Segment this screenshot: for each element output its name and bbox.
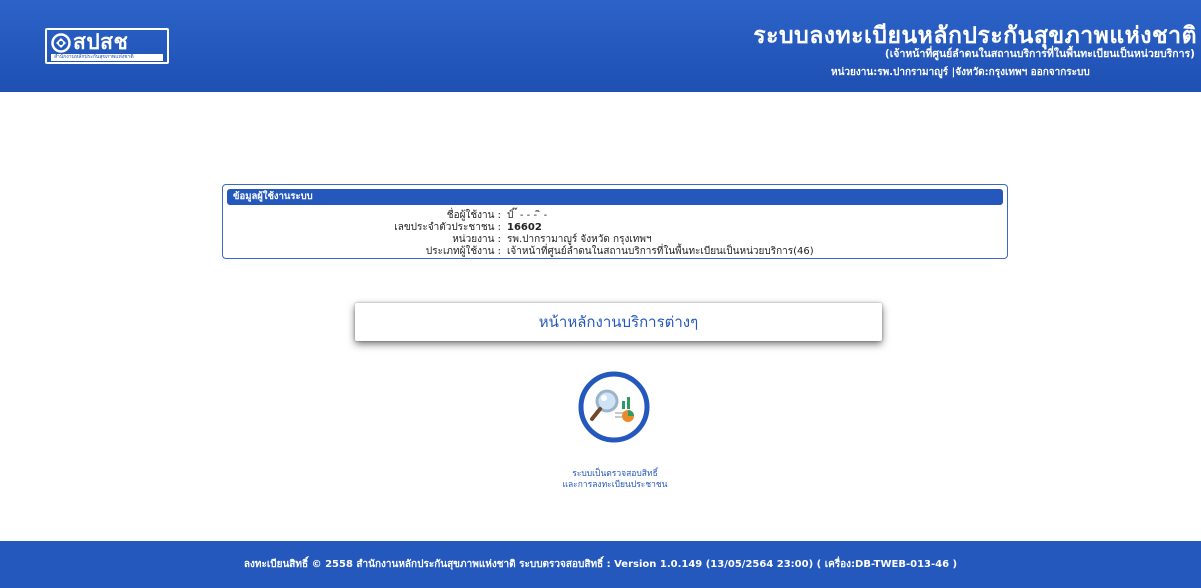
footer-bar: ลงทะเบียนสิทธิ์ © 2558 สำนักงานหลักประกั… <box>0 541 1201 588</box>
info-row-user-type: ประเภทผู้ใช้งาน : เจ้าหน้าที่ศูนย์ลำดนใน… <box>223 245 1009 259</box>
logo-mark-icon <box>51 33 71 53</box>
nhso-logo[interactable]: สปสช สำนักงานหลักประกันสุขภาพแห่งชาติ <box>45 28 169 64</box>
logo-text: สปสช <box>73 30 129 54</box>
unit-and-logout[interactable]: หน่วยงาน:รพ.ปากรามาญูร์ |จังหวัด:กรุงเทพ… <box>831 66 1201 80</box>
user-type-label: ประเภทผู้ใช้งาน : <box>425 246 501 257</box>
site-subtitle: (เจ้าหน้าที่ศูนย์ลำดนในสถานบริการที่ในพื… <box>884 48 1195 60</box>
site-title: ระบบลงทะเบียนหลักประกันสุขภาพแห่งชาติ <box>753 23 1197 49</box>
user-info-panel: ข้อมูลผู้ใช้งานระบบ ชื่อผู้ใช้งาน : ป์ ๊… <box>222 184 1008 259</box>
main-services-button[interactable]: หน้าหลักงานบริการต่างๆ <box>355 303 882 341</box>
header-bar: สปสช สำนักงานหลักประกันสุขภาพแห่งชาติ ระ… <box>0 0 1201 92</box>
user-type-value: เจ้าหน้าที่ศูนย์ลำดนในสถานบริการที่ในพื้… <box>507 246 814 257</box>
search-report-icon <box>578 371 650 443</box>
footer-text: ลงทะเบียนสิทธิ์ © 2558 สำนักงานหลักประกั… <box>243 559 958 570</box>
service-caption-line1[interactable]: ระบบเป็นตรวจสอบสิทธิ์ <box>520 469 710 480</box>
logo-subtext: สำนักงานหลักประกันสุขภาพแห่งชาติ <box>51 54 163 61</box>
user-info-heading: ข้อมูลผู้ใช้งานระบบ <box>227 189 1003 205</box>
service-caption-line2[interactable]: และการลงทะเบียนประชาชน <box>520 480 710 491</box>
service-eligibility-check[interactable] <box>565 368 661 450</box>
